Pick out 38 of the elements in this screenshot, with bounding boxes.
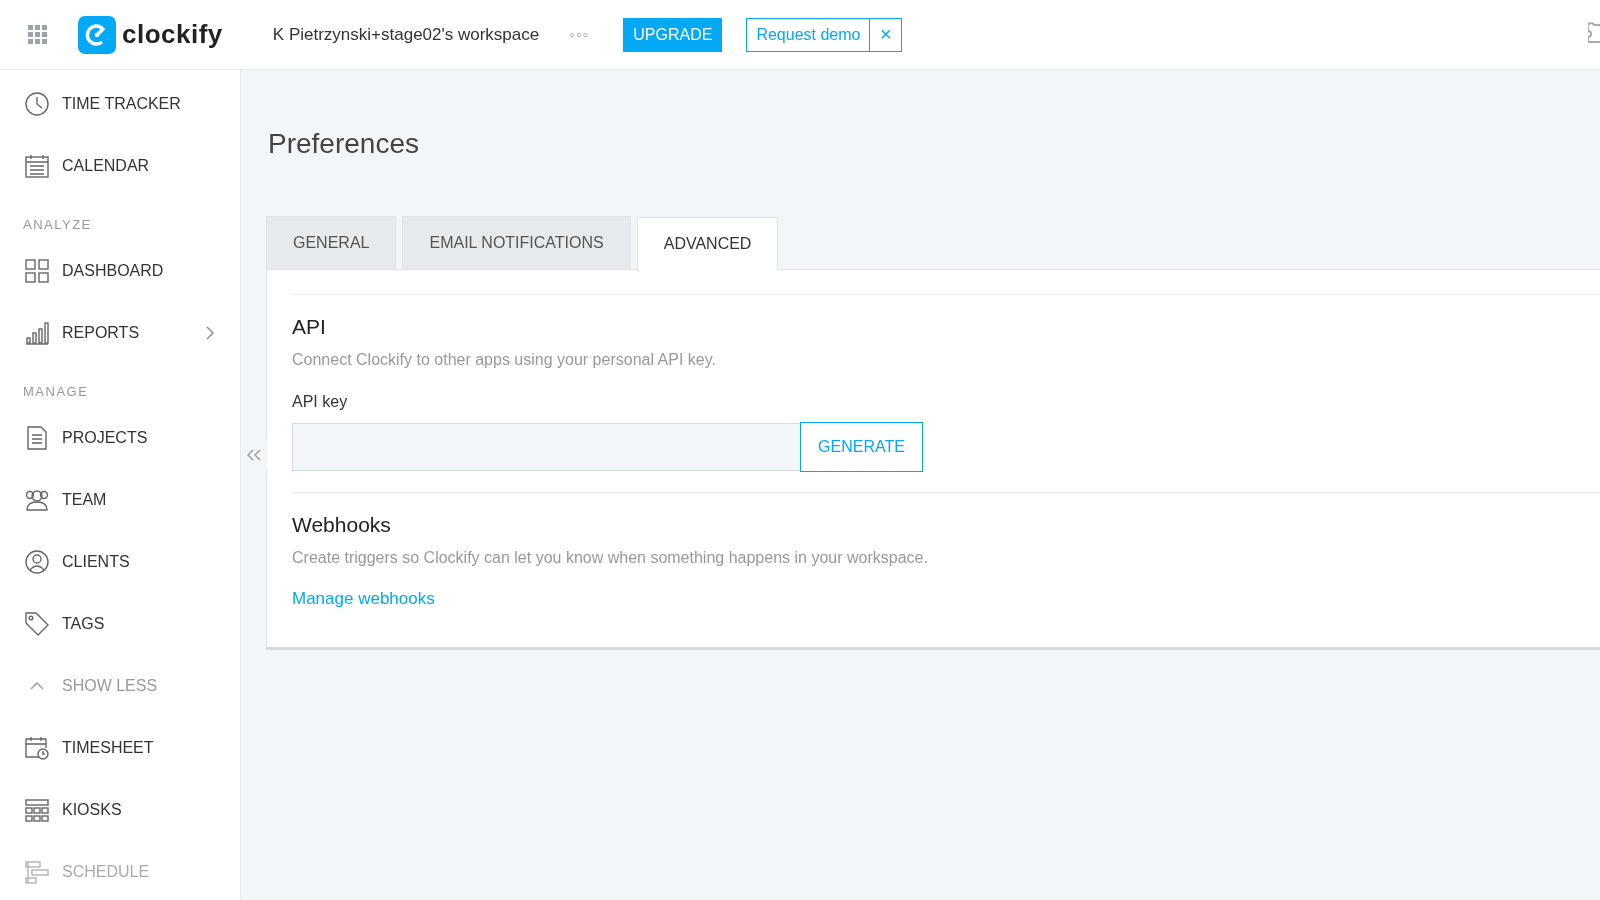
sidebar-item[interactable]: DASHBOARD (0, 240, 240, 302)
clock-icon (24, 91, 50, 117)
page-title: Preferences (268, 128, 420, 160)
tab[interactable]: EMAIL NOTIFICATIONS (402, 216, 631, 269)
logo-icon (78, 15, 116, 54)
sidebar-item[interactable]: PROJECTS (0, 407, 240, 469)
section-description: Create triggers so Clockify can let you know when something happens in your workspace. (292, 549, 929, 567)
apps-grid-icon[interactable] (28, 24, 48, 45)
sidebar-item[interactable]: CALENDAR (0, 135, 240, 197)
api-key-field[interactable] (292, 423, 800, 471)
section-heading: API (292, 315, 327, 339)
section-label: MANAGE (22, 383, 90, 401)
sidebar-item[interactable]: TEAM (0, 469, 240, 531)
schedule-icon (24, 859, 50, 885)
section-description: Connect Clockify to other apps using your personal API key. (292, 351, 717, 369)
tab[interactable]: GENERAL (266, 216, 397, 269)
people-icon (24, 487, 50, 513)
sidebar-item[interactable]: KIOSKS (0, 779, 240, 841)
double-chevron-left-icon (247, 449, 261, 461)
calendar-icon (24, 153, 50, 179)
tab[interactable]: ADVANCED (636, 217, 779, 270)
section-label: ANALYZE (22, 216, 93, 234)
logo-text: clockify (122, 19, 223, 50)
sidebar-item[interactable]: TIMESHEET (0, 717, 240, 779)
grid-icon (24, 797, 50, 823)
dashboard-icon (24, 258, 50, 284)
calendar-clock-icon (24, 735, 50, 761)
section-heading: Webhooks (292, 513, 392, 537)
person-icon (24, 549, 50, 575)
sidebar-item[interactable]: TIME TRACKER (0, 73, 240, 135)
field-label: API key (292, 393, 349, 411)
tag-icon (24, 611, 50, 637)
sidebar-item[interactable]: TAGS (0, 593, 240, 655)
sidebar-item[interactable]: CLIENTS (0, 531, 240, 593)
sidebar-item[interactable]: REPORTS (0, 302, 240, 364)
bar-chart-icon (24, 320, 50, 346)
document-icon (24, 425, 50, 451)
workspace-name[interactable]: K Pietrzynski+stage02's workspace (272, 24, 540, 45)
